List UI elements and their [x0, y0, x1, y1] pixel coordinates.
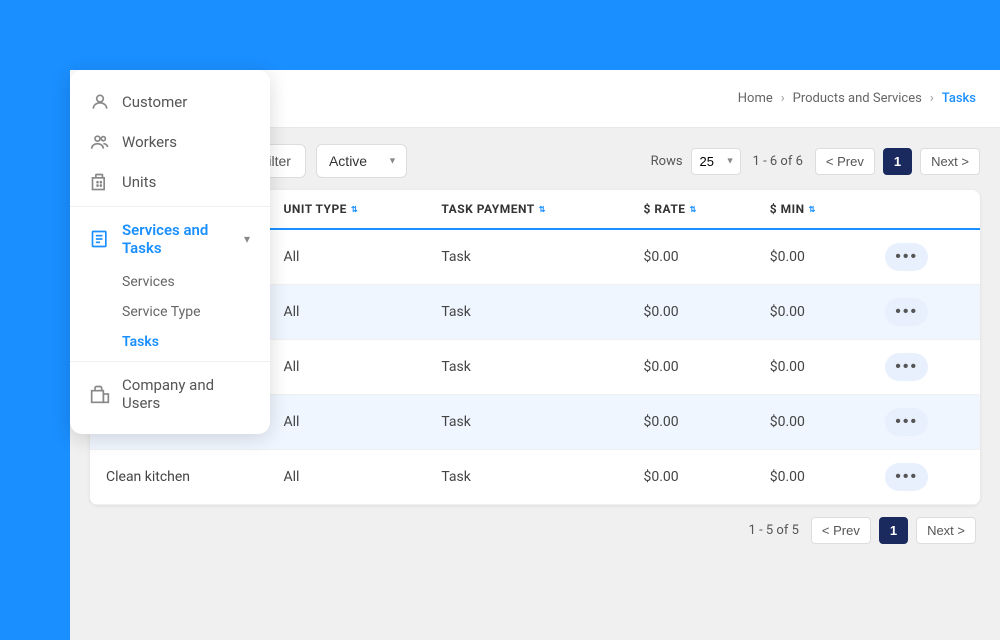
cell-rate: $0.00: [627, 340, 753, 395]
sidebar-item-workers[interactable]: Workers: [70, 122, 270, 162]
breadcrumb-sep-2: ›: [930, 91, 934, 106]
sidebar-overlay: Customer Workers Units: [70, 70, 270, 434]
sidebar-subitem-services[interactable]: Services: [122, 267, 270, 297]
bottom-prev-button[interactable]: < Prev: [811, 517, 871, 544]
rows-select-wrapper: 25 50 100: [691, 148, 741, 175]
rows-label: Rows: [651, 154, 683, 169]
sort-icon-rate: ⇅: [690, 205, 697, 214]
status-select[interactable]: Active Inactive All: [316, 144, 407, 178]
cell-actions: •••: [869, 450, 980, 505]
sidebar-label-workers: Workers: [122, 133, 177, 151]
sidebar-divider-2: [70, 361, 270, 362]
col-unit-type[interactable]: UNIT TYPE ⇅: [267, 190, 425, 229]
top-next-button[interactable]: Next >: [920, 148, 980, 175]
sidebar-divider: [70, 206, 270, 207]
rows-select[interactable]: 25 50 100: [691, 148, 741, 175]
top-page-info: 1 - 6 of 6: [753, 154, 803, 169]
bottom-page-info: 1 - 5 of 5: [749, 523, 799, 538]
row-actions-button[interactable]: •••: [885, 243, 928, 271]
sidebar-subitem-tasks[interactable]: Tasks: [122, 327, 270, 357]
bottom-current-page[interactable]: 1: [879, 517, 908, 544]
status-select-wrapper: Active Inactive All: [316, 144, 407, 178]
cell-task-payment: Task: [425, 395, 627, 450]
cell-actions: •••: [869, 229, 980, 285]
cell-task-payment: Task: [425, 340, 627, 395]
breadcrumb-products[interactable]: Products and Services: [793, 91, 922, 106]
row-actions-button[interactable]: •••: [885, 408, 928, 436]
left-sidebar-strip: [0, 0, 70, 640]
cell-min: $0.00: [754, 340, 870, 395]
sidebar-label-company-users: Company and Users: [122, 376, 250, 412]
cell-min: $0.00: [754, 229, 870, 285]
bottom-pagination: 1 - 5 of 5 < Prev 1 Next >: [90, 517, 980, 544]
sidebar-item-services-tasks[interactable]: Services and Tasks ▾: [70, 211, 270, 267]
sidebar-item-customer[interactable]: Customer: [70, 82, 270, 122]
cell-actions: •••: [869, 340, 980, 395]
sidebar-submenu: Services Service Type Tasks: [70, 267, 270, 357]
cell-task: Clean kitchen: [90, 450, 267, 505]
book-icon: [90, 229, 110, 249]
sidebar-item-units[interactable]: Units: [70, 162, 270, 202]
top-bar: [0, 0, 1000, 70]
row-actions-button[interactable]: •••: [885, 463, 928, 491]
top-pagination: Rows 25 50 100 1 - 6 of 6 < Prev 1 Next …: [651, 148, 980, 175]
company-icon: [90, 384, 110, 404]
breadcrumb-home[interactable]: Home: [738, 91, 773, 106]
sidebar-subitem-service-type[interactable]: Service Type: [122, 297, 270, 327]
row-actions-button[interactable]: •••: [885, 353, 928, 381]
col-task-payment[interactable]: TASK PAYMENT ⇅: [425, 190, 627, 229]
cell-unit-type: All: [267, 450, 425, 505]
cell-min: $0.00: [754, 395, 870, 450]
bottom-next-button[interactable]: Next >: [916, 517, 976, 544]
cell-rate: $0.00: [627, 395, 753, 450]
cell-actions: •••: [869, 285, 980, 340]
table-row: Clean kitchen All Task $0.00 $0.00 •••: [90, 450, 980, 505]
cell-task-payment: Task: [425, 285, 627, 340]
services-tasks-left: Services and Tasks: [90, 221, 244, 257]
group-icon: [90, 132, 110, 152]
cell-unit-type: All: [267, 340, 425, 395]
building-icon: [90, 172, 110, 192]
sidebar-label-units: Units: [122, 173, 156, 191]
sort-icon-min: ⇅: [809, 205, 816, 214]
cell-rate: $0.00: [627, 229, 753, 285]
cell-min: $0.00: [754, 285, 870, 340]
sort-icon-unit-type: ⇅: [351, 205, 358, 214]
sidebar-label-services-tasks: Services and Tasks: [122, 221, 244, 257]
sidebar-item-company-users[interactable]: Company and Users: [70, 366, 270, 422]
col-actions: [869, 190, 980, 229]
cell-unit-type: All: [267, 229, 425, 285]
cell-actions: •••: [869, 395, 980, 450]
breadcrumb-sep-1: ›: [781, 91, 785, 106]
sort-icon-task-payment: ⇅: [539, 205, 546, 214]
cell-unit-type: All: [267, 395, 425, 450]
top-prev-button[interactable]: < Prev: [815, 148, 875, 175]
breadcrumb: Home › Products and Services › Tasks: [738, 91, 976, 106]
breadcrumb-current: Tasks: [942, 91, 976, 106]
top-current-page[interactable]: 1: [883, 148, 912, 175]
row-actions-button[interactable]: •••: [885, 298, 928, 326]
cell-rate: $0.00: [627, 450, 753, 505]
sidebar-label-customer: Customer: [122, 93, 187, 111]
cell-rate: $0.00: [627, 285, 753, 340]
cell-unit-type: All: [267, 285, 425, 340]
cell-task-payment: Task: [425, 229, 627, 285]
cell-min: $0.00: [754, 450, 870, 505]
col-rate[interactable]: $ RATE ⇅: [627, 190, 753, 229]
cell-task-payment: Task: [425, 450, 627, 505]
chevron-down-icon: ▾: [244, 232, 250, 246]
person-icon: [90, 92, 110, 112]
col-min[interactable]: $ MIN ⇅: [754, 190, 870, 229]
